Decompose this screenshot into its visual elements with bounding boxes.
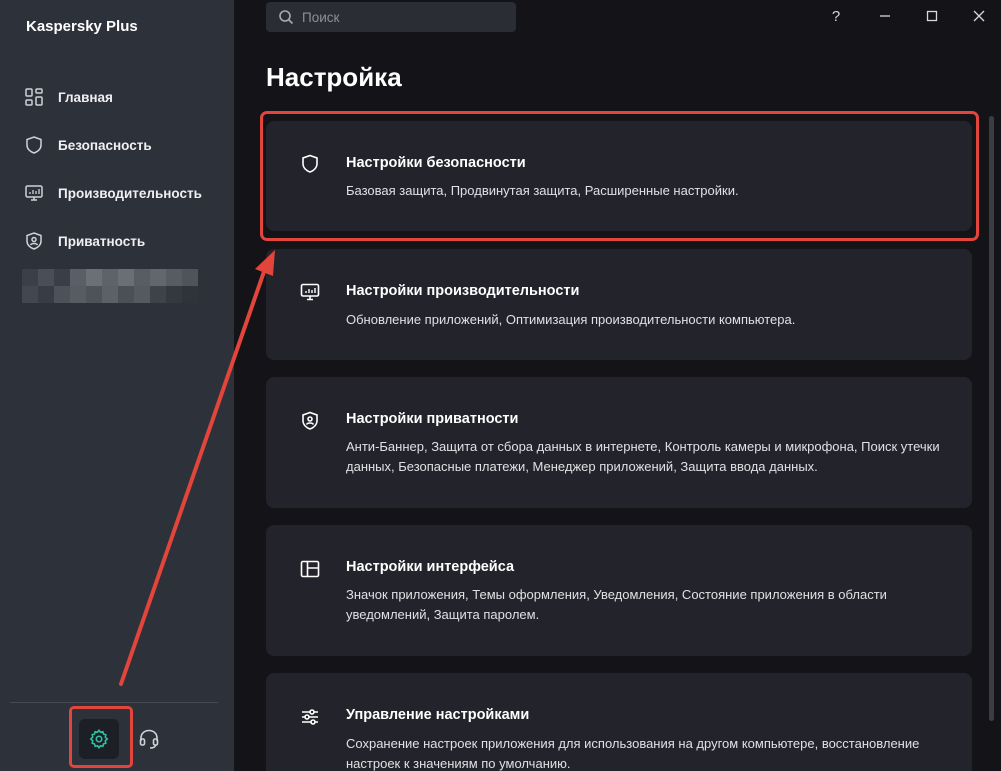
app-brand: Kaspersky Plus: [26, 18, 138, 35]
help-button[interactable]: ?: [824, 4, 848, 28]
headset-icon: [139, 729, 159, 749]
maximize-icon: [926, 10, 938, 22]
sidebar-item-label: Главная: [58, 89, 113, 105]
highlight-box-settings-button: [69, 706, 133, 768]
home-grid-icon: [25, 88, 43, 106]
card-performance-settings[interactable]: Настройки производительности Обновление …: [266, 249, 972, 360]
sidebar-item-privacy[interactable]: Приватность: [0, 217, 234, 265]
card-title: Настройки производительности: [346, 283, 580, 299]
blurred-account-area: [22, 269, 198, 303]
monitor-icon: [25, 185, 43, 201]
search-box[interactable]: [266, 2, 516, 32]
card-security-settings[interactable]: Настройки безопасности Базовая защита, П…: [266, 121, 972, 231]
minimize-button[interactable]: [873, 4, 897, 28]
card-title: Настройки приватности: [346, 411, 519, 427]
card-interface-settings[interactable]: Настройки интерфейса Значок приложения, …: [266, 525, 972, 656]
sliders-icon: [302, 709, 318, 725]
card-manage-settings[interactable]: Управление настройками Сохранение настро…: [266, 673, 972, 771]
card-description: Анти-Баннер, Защита от сбора данных в ин…: [346, 439, 940, 474]
card-description: Значок приложения, Темы оформления, Увед…: [346, 587, 887, 622]
monitor-icon: [300, 283, 320, 301]
page-title: Настройка: [266, 62, 402, 92]
card-description: Обновление приложений, Оптимизация произ…: [346, 312, 796, 327]
card-description: Сохранение настроек приложения для испол…: [346, 736, 920, 771]
card-description: Базовая защита, Продвинутая защита, Расш…: [346, 183, 739, 198]
sidebar-item-label: Приватность: [58, 233, 146, 249]
privacy-shield-icon: [26, 232, 42, 250]
search-icon: [279, 10, 294, 25]
card-title: Управление настройками: [346, 707, 530, 723]
close-icon: [973, 10, 985, 22]
scrollbar[interactable]: [989, 116, 994, 721]
sidebar-item-label: Безопасность: [58, 137, 152, 153]
privacy-shield-icon: [302, 411, 318, 430]
minimize-icon: [880, 15, 890, 17]
close-button[interactable]: [967, 4, 991, 28]
card-privacy-settings[interactable]: Настройки приватности Анти-Баннер, Защит…: [266, 377, 972, 508]
card-title: Настройки безопасности: [346, 155, 526, 171]
sidebar-nav: Главная Безопасность Производительность …: [0, 73, 234, 265]
support-button[interactable]: [136, 726, 162, 752]
sidebar-item-label: Производительность: [58, 185, 202, 201]
sidebar-item-home[interactable]: Главная: [0, 73, 234, 121]
shield-icon: [26, 136, 42, 154]
sidebar-item-performance[interactable]: Производительность: [0, 169, 234, 217]
shield-icon: [302, 154, 318, 173]
layout-icon: [300, 560, 320, 578]
maximize-button[interactable]: [920, 4, 944, 28]
card-title: Настройки интерфейса: [346, 559, 515, 575]
search-input[interactable]: [302, 9, 502, 25]
sidebar-divider: [10, 702, 218, 703]
sidebar: Kaspersky Plus Главная Безопасность Прои…: [0, 0, 234, 771]
sidebar-item-security[interactable]: Безопасность: [0, 121, 234, 169]
